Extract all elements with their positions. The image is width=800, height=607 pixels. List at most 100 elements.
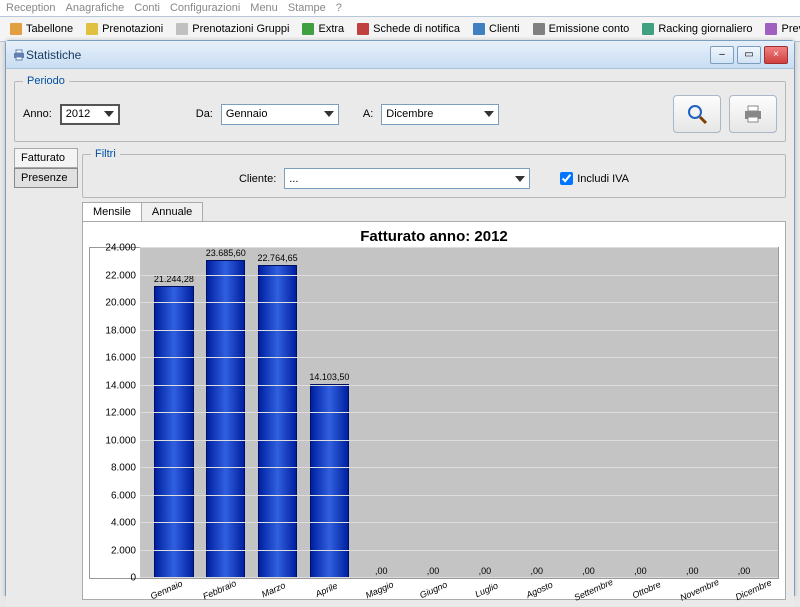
toolbar-tabellone[interactable]: Tabellone [4, 19, 78, 39]
y-axis: 02.0004.0006.0008.00010.00012.00014.0001… [90, 248, 140, 578]
bar-slot: ,00 [718, 248, 770, 578]
toolbar-clienti[interactable]: Clienti [467, 19, 525, 39]
iva-label: Includi IVA [577, 173, 629, 185]
toolbar-icon [356, 22, 370, 36]
titlebar: Statistiche – ▭ × [6, 41, 794, 69]
periodo-legend: Periodo [23, 75, 69, 87]
y-tick-label: 2.000 [111, 545, 136, 556]
bar-slot: ,00 [511, 248, 563, 578]
toolbar-icon [9, 22, 23, 36]
minimize-button[interactable]: – [710, 46, 734, 64]
toolbar: TabellonePrenotazioniPrenotazioni Gruppi… [0, 17, 800, 42]
iva-check-input[interactable] [560, 172, 573, 185]
search-button[interactable] [673, 95, 721, 133]
toolbar-prenotazioni-gruppi[interactable]: Prenotazioni Gruppi [170, 19, 294, 39]
tab-mensile[interactable]: Mensile [82, 202, 142, 221]
menu-item[interactable]: Stampe [288, 2, 326, 14]
toolbar-icon [175, 22, 189, 36]
includi-iva-checkbox[interactable]: Includi IVA [560, 172, 629, 185]
y-tick-label: 0 [130, 573, 136, 584]
y-tick-label: 8.000 [111, 463, 136, 474]
menu-item[interactable]: Configurazioni [170, 2, 240, 14]
side-tabs: Fatturato Presenze [14, 148, 78, 600]
bar-slot: 21.244,28 [148, 248, 200, 578]
data-label: ,00 [427, 566, 440, 576]
y-tick-label: 22.000 [105, 270, 136, 281]
menubar: Reception Anagrafiche Conti Configurazioni M… [0, 0, 800, 17]
window-title: Statistiche [26, 48, 710, 62]
bar [206, 260, 245, 578]
toolbar-preventivi[interactable]: Preventivi [759, 19, 800, 39]
y-tick-label: 16.000 [105, 353, 136, 364]
print-button[interactable] [729, 95, 777, 133]
close-button[interactable]: × [764, 46, 788, 64]
toolbar-icon [532, 22, 546, 36]
y-tick-label: 20.000 [105, 298, 136, 309]
periodo-fieldset: Periodo Anno: 2012 Da: Gennaio A: Dicemb… [14, 75, 786, 142]
search-icon [686, 103, 708, 125]
data-label: ,00 [582, 566, 595, 576]
toolbar-icon [472, 22, 486, 36]
tab-fatturato[interactable]: Fatturato [14, 148, 78, 168]
data-label: ,00 [686, 566, 699, 576]
menu-item[interactable]: ? [336, 2, 342, 14]
toolbar-icon [764, 22, 778, 36]
toolbar-icon [85, 22, 99, 36]
toolbar-icon [301, 22, 315, 36]
bar-set: 21.244,28 23.685,60 22.764,65 14.103,50 ,00,… [148, 248, 770, 578]
menu-item[interactable]: Anagrafiche [66, 2, 125, 14]
maximize-button[interactable]: ▭ [737, 46, 761, 64]
toolbar-schede-di-notifica[interactable]: Schede di notifica [351, 19, 465, 39]
bar-slot: ,00 [614, 248, 666, 578]
bar-slot: 22.764,65 [252, 248, 304, 578]
tabstrip: Mensile Annuale [82, 202, 786, 222]
y-tick-label: 12.000 [105, 408, 136, 419]
toolbar-emissione-conto[interactable]: Emissione conto [527, 19, 635, 39]
chart-plot: 02.0004.0006.0008.00010.00012.00014.0001… [89, 247, 779, 579]
a-label: A: [363, 108, 373, 120]
bar-slot: ,00 [355, 248, 407, 578]
y-tick-label: 14.000 [105, 380, 136, 391]
y-tick-label: 18.000 [105, 325, 136, 336]
toolbar-prenotazioni[interactable]: Prenotazioni [80, 19, 168, 39]
da-select[interactable]: Gennaio [221, 104, 339, 125]
data-label: 14.103,50 [309, 372, 349, 382]
y-tick-label: 6.000 [111, 490, 136, 501]
bar-slot: ,00 [459, 248, 511, 578]
menu-item[interactable]: Reception [6, 2, 56, 14]
data-label: ,00 [530, 566, 543, 576]
menu-item[interactable]: Conti [134, 2, 160, 14]
bar [258, 265, 297, 578]
y-tick-label: 24.000 [105, 243, 136, 254]
data-label: 23.685,60 [206, 248, 246, 258]
tab-presenze[interactable]: Presenze [14, 168, 78, 188]
menu-item[interactable]: Menu [250, 2, 278, 14]
x-axis: GennaioFebbraioMarzoAprileMaggioGiugnoLu… [89, 579, 779, 597]
bar-slot: ,00 [563, 248, 615, 578]
bars-area: 21.244,28 23.685,60 22.764,65 14.103,50 ,00,… [140, 248, 778, 578]
data-label: ,00 [634, 566, 647, 576]
toolbar-extra[interactable]: Extra [296, 19, 349, 39]
data-label: 22.764,65 [258, 253, 298, 263]
cliente-select[interactable]: ... [284, 168, 530, 189]
chart-container: Fatturato anno: 2012 0 2.000 4.000 6.000 8.0… [82, 222, 786, 600]
data-label: ,00 [479, 566, 492, 576]
toolbar-icon [641, 22, 655, 36]
tab-annuale[interactable]: Annuale [141, 202, 203, 221]
y-tick-label: 10.000 [105, 435, 136, 446]
bar-slot: 14.103,50 [303, 248, 355, 578]
toolbar-racking-giornaliero[interactable]: Racking giornaliero [636, 19, 757, 39]
a-select[interactable]: Dicembre [381, 104, 499, 125]
bar-slot: ,00 [666, 248, 718, 578]
da-label: Da: [196, 108, 213, 120]
bar-slot: 23.685,60 [200, 248, 252, 578]
print-icon [742, 103, 764, 125]
bar-slot: ,00 [407, 248, 459, 578]
anno-label: Anno: [23, 108, 52, 120]
statistics-window: Statistiche – ▭ × Periodo Anno: 2012 Da:… [5, 40, 795, 596]
print-icon [12, 48, 26, 62]
chart-title: Fatturato anno: 2012 [89, 228, 779, 245]
anno-select[interactable]: 2012 [60, 104, 120, 125]
y-tick-label: 4.000 [111, 518, 136, 529]
filtri-fieldset: Filtri Cliente: ... Includi IVA [82, 148, 786, 198]
